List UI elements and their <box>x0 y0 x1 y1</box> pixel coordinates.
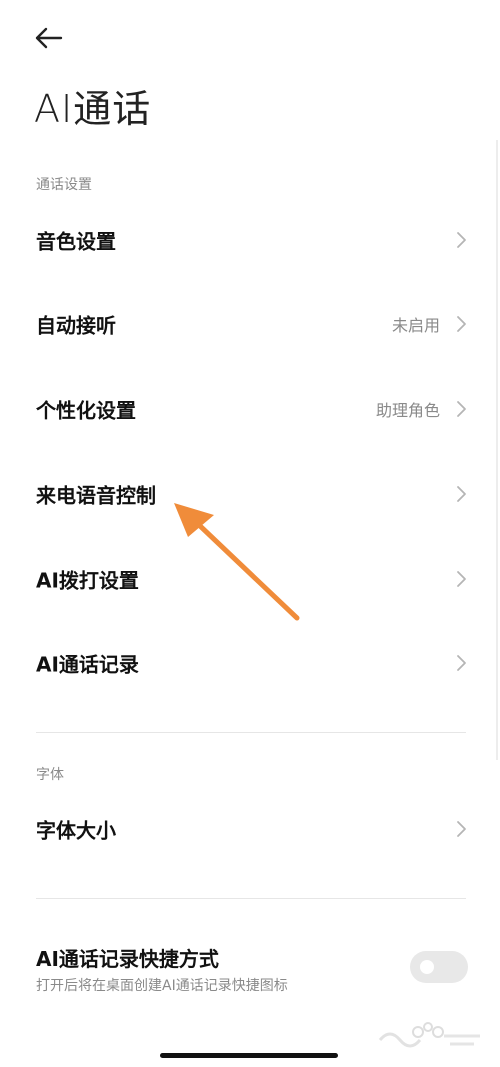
chevron-right-icon <box>457 232 466 248</box>
watermark-logo <box>378 1022 480 1048</box>
back-button[interactable] <box>30 22 66 54</box>
chevron-right-icon <box>457 401 466 417</box>
chevron-right-icon <box>457 486 466 502</box>
settings-item-personalization[interactable]: 个性化设置 助理角色 <box>0 367 500 451</box>
settings-item-value: 助理角色 <box>375 401 440 420</box>
settings-item-label: 来电语音控制 <box>36 483 156 508</box>
section-divider <box>36 732 466 733</box>
settings-item-label: AI通话记录 <box>36 652 139 677</box>
page-title: AI通话 <box>34 87 152 131</box>
settings-item-label: AI拨打设置 <box>36 568 139 593</box>
settings-item-incoming-voice-control[interactable]: 来电语音控制 <box>0 452 500 536</box>
settings-item-voice-timbre[interactable]: 音色设置 <box>0 198 500 282</box>
settings-item-label: 字体大小 <box>36 818 116 843</box>
arrow-left-icon <box>35 27 63 49</box>
settings-item-auto-answer[interactable]: 自动接听 未启用 <box>0 282 500 366</box>
settings-item-ai-dial[interactable]: AI拨打设置 <box>0 537 500 621</box>
chevron-right-icon <box>457 571 466 587</box>
chevron-right-icon <box>457 821 466 837</box>
settings-item-label: 音色设置 <box>36 229 116 254</box>
settings-item-value: 未启用 <box>391 316 440 335</box>
shortcut-toggle[interactable] <box>410 951 468 983</box>
chevron-right-icon <box>457 316 466 332</box>
settings-item-font-size[interactable]: 字体大小 <box>0 787 500 871</box>
section-header-font: 字体 <box>36 767 64 783</box>
section-header-call-settings: 通话设置 <box>36 177 92 193</box>
settings-item-label: 自动接听 <box>36 313 116 338</box>
settings-item-ai-call-records[interactable]: AI通话记录 <box>0 621 500 705</box>
shortcut-title: AI通话记录快捷方式 <box>36 947 219 971</box>
shortcut-description: 打开后将在桌面创建AI通话记录快捷图标 <box>36 978 288 994</box>
settings-item-call-records-shortcut: AI通话记录快捷方式 打开后将在桌面创建AI通话记录快捷图标 <box>0 925 500 1005</box>
home-indicator[interactable] <box>160 1053 338 1058</box>
chevron-right-icon <box>457 655 466 671</box>
section-divider <box>36 898 466 899</box>
settings-item-label: 个性化设置 <box>36 398 136 423</box>
toggle-knob <box>420 960 434 974</box>
